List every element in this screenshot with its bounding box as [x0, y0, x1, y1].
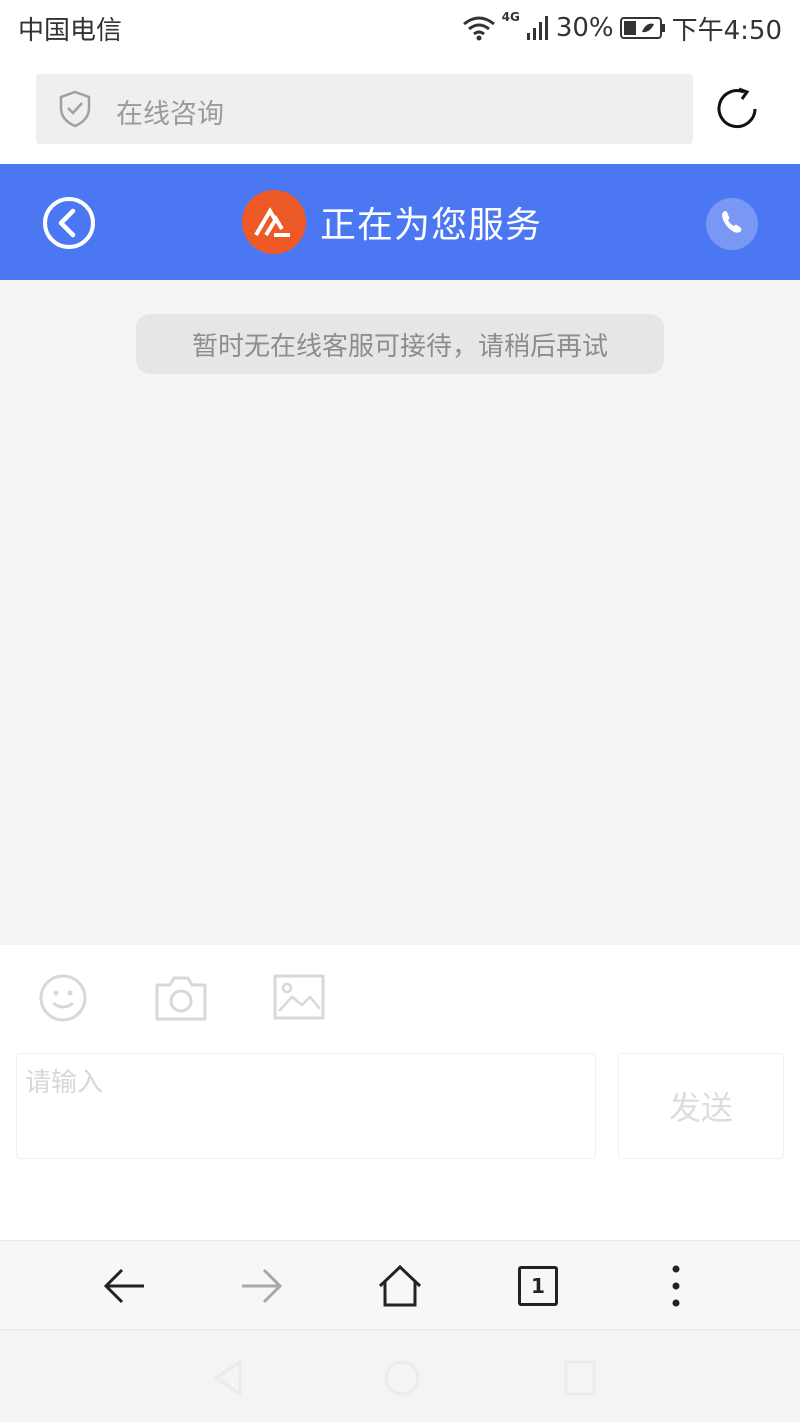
url-field[interactable]: 在线咨询	[36, 74, 693, 144]
more-vertical-icon[interactable]	[646, 1261, 706, 1311]
back-circle-icon[interactable]	[42, 196, 96, 254]
network-type: 4G	[501, 10, 520, 24]
phone-button[interactable]	[706, 198, 758, 250]
browser-toolbar: 1	[0, 1240, 800, 1330]
clock: 下午4:50	[671, 15, 782, 46]
page-title: 正在为您服务	[320, 205, 543, 246]
message-input[interactable]	[16, 1053, 596, 1159]
browser-address-bar: 在线咨询	[0, 56, 800, 164]
chat-message-area[interactable]: 暂时无在线客服可接待，请稍后再试	[0, 280, 800, 945]
emoji-icon[interactable]	[38, 973, 88, 1027]
status-bar: 中国电信 4G 30% 下午4:50	[0, 0, 800, 56]
home-icon[interactable]	[370, 1261, 430, 1311]
arrow-right-icon[interactable]	[232, 1261, 292, 1311]
arrow-left-icon[interactable]	[94, 1261, 154, 1311]
nav-home-icon[interactable]	[382, 1358, 422, 1402]
status-indicators: 4G 30% 下午4:50	[462, 8, 782, 48]
signal-icon	[526, 15, 550, 41]
wifi-icon	[462, 15, 496, 41]
system-notice: 暂时无在线客服可接待，请稍后再试	[136, 314, 664, 374]
input-area: 发送	[0, 945, 800, 1240]
shield-icon	[58, 90, 92, 132]
phone-icon	[719, 209, 745, 239]
tabs-button[interactable]: 1	[508, 1261, 568, 1311]
battery-percent: 30%	[555, 13, 614, 43]
address-text: 在线咨询	[116, 99, 224, 130]
send-button[interactable]: 发送	[618, 1053, 784, 1159]
nav-back-icon[interactable]	[210, 1358, 246, 1402]
chat-header: 正在为您服务	[0, 164, 800, 280]
nav-recents-icon[interactable]	[562, 1358, 598, 1402]
image-icon[interactable]	[272, 973, 326, 1025]
tab-count: 1	[518, 1266, 558, 1306]
refresh-icon[interactable]	[714, 86, 760, 136]
header-center: 正在为您服务	[242, 190, 542, 254]
brand-logo-icon	[242, 190, 306, 254]
camera-icon[interactable]	[154, 973, 208, 1027]
battery-icon	[619, 16, 666, 40]
carrier-name: 中国电信	[18, 16, 123, 46]
system-nav-bar	[0, 1330, 800, 1422]
